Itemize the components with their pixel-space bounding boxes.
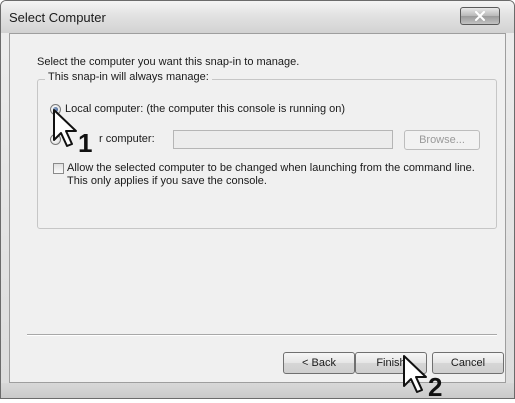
another-computer-label: r computer: xyxy=(99,133,155,145)
allow-change-label: Allow the selected computer to be change… xyxy=(67,162,475,187)
button-separator xyxy=(27,334,497,336)
another-computer-input[interactable] xyxy=(173,130,393,149)
close-button[interactable] xyxy=(460,7,500,25)
browse-button[interactable]: Browse... xyxy=(404,130,480,150)
select-computer-dialog: Select Computer Select the computer you … xyxy=(0,0,515,399)
title-bar[interactable]: Select Computer xyxy=(1,1,514,33)
prompt-text: Select the computer you want this snap-i… xyxy=(37,56,300,68)
cursor-pointer-icon-2 xyxy=(403,355,427,393)
close-icon xyxy=(475,11,485,21)
back-button[interactable]: < Back xyxy=(283,352,355,374)
cursor-pointer-icon xyxy=(53,109,77,147)
local-computer-label: Local computer: (the computer this conso… xyxy=(65,103,346,115)
allow-change-checkbox[interactable] xyxy=(53,163,64,174)
group-label: This snap-in will always manage: xyxy=(45,71,212,83)
step-1-label: 1 xyxy=(78,128,93,158)
manage-groupbox xyxy=(37,79,497,229)
step-2-label: 2 xyxy=(428,372,443,402)
window-title: Select Computer xyxy=(9,10,106,25)
dialog-body: Select the computer you want this snap-i… xyxy=(9,33,506,383)
